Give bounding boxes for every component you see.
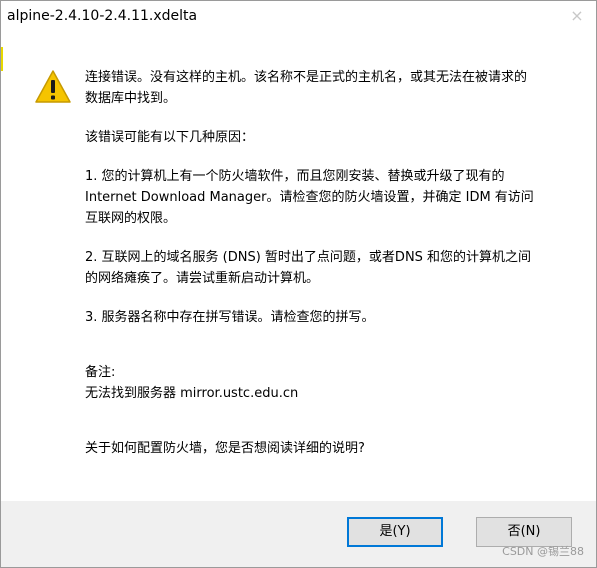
note-label: 备注: [85, 365, 116, 380]
title-bar[interactable]: alpine-2.4.10-2.4.11.xdelta × [1, 1, 596, 31]
watermark: CSDN @锡兰88 [502, 545, 584, 558]
yes-button[interactable]: 是(Y) [347, 517, 443, 547]
warning-triangle-icon [35, 70, 71, 103]
window-title: alpine-2.4.10-2.4.11.xdelta [7, 8, 198, 24]
reason-3: 3. 服务器名称中存在拼写错误。请检查您的拼写。 [85, 310, 375, 325]
reason-1: 1. 您的计算机上有一个防火墙软件，而且您刚安装、替换或升级了现有的 Inter… [85, 169, 534, 226]
dialog-window: alpine-2.4.10-2.4.11.xdelta × 连接错误。没有这样的… [0, 0, 597, 568]
message-body: 连接错误。没有这样的主机。该名称不是正式的主机名，或其无法在被请求的 数据库中找… [85, 67, 575, 459]
note-text: 无法找到服务器 mirror.ustc.edu.cn [85, 386, 299, 401]
firewall-question: 关于如何配置防火墙，您是否想阅读详细的说明? [85, 441, 365, 456]
error-main-text: 连接错误。没有这样的主机。该名称不是正式的主机名，或其无法在被请求的 数据库中找… [85, 70, 528, 106]
reasons-intro: 该错误可能有以下几种原因： [85, 130, 255, 145]
close-icon[interactable]: × [566, 5, 588, 27]
window-edge-accent [1, 47, 3, 71]
reason-2: 2. 互联网上的域名服务 (DNS) 暂时出了点问题，或者DNS 和您的计算机之… [85, 250, 532, 286]
dialog-footer: 是(Y) 否(N) CSDN @锡兰88 [1, 501, 596, 567]
